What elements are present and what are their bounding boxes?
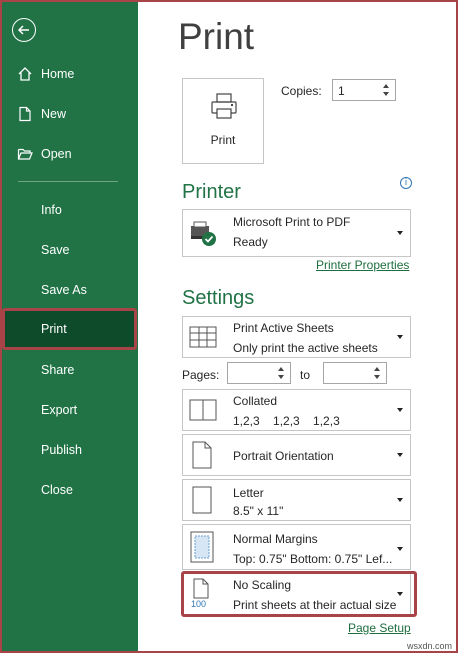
pages-from-stepper[interactable] xyxy=(227,362,291,384)
sidebar-item-new[interactable]: New xyxy=(0,95,138,133)
print-button-label: Print xyxy=(210,133,236,147)
printer-heading: Printer xyxy=(182,181,241,203)
pages-to-spin-buttons[interactable] xyxy=(370,363,384,383)
pages-to-label: to xyxy=(300,368,311,382)
chevron-down-icon xyxy=(397,408,403,412)
sidebar-item-label: Home xyxy=(41,67,75,81)
print-what-description: Only print the active sheets xyxy=(233,341,378,355)
orientation-label: Portrait Orientation xyxy=(233,449,334,463)
margins-description: Top: 0.75" Bottom: 0.75" Lef... xyxy=(233,552,393,566)
print-pane: Print Print Copies: 1 Printer i Microsof… xyxy=(138,0,458,653)
chevron-down-icon xyxy=(397,547,403,551)
info-icon[interactable]: i xyxy=(400,177,412,189)
sidebar-item-save[interactable]: Save xyxy=(0,231,138,269)
sidebar-item-label: Save As xyxy=(41,283,87,297)
sidebar-item-label: Share xyxy=(41,363,75,377)
sidebar-item-info[interactable]: Info xyxy=(0,191,138,229)
copies-value: 1 xyxy=(338,84,345,98)
sidebar-item-label: Close xyxy=(41,483,73,497)
sidebar-item-label: Open xyxy=(41,147,72,161)
copies-stepper[interactable]: 1 xyxy=(332,79,396,101)
print-what-dropdown[interactable]: Print Active Sheets Only print the activ… xyxy=(182,316,411,358)
printer-name: Microsoft Print to PDF xyxy=(233,215,351,229)
sheets-grid-icon xyxy=(189,325,217,354)
copies-spin-buttons[interactable] xyxy=(379,80,393,100)
print-button[interactable]: Print xyxy=(182,78,264,164)
new-document-icon xyxy=(17,106,33,122)
print-highlight-annotation xyxy=(2,308,137,350)
watermark: wsxdn.com xyxy=(406,641,452,651)
scaling-highlight-annotation xyxy=(181,571,417,617)
paper-size-label: Letter xyxy=(233,486,264,500)
orientation-dropdown[interactable]: Portrait Orientation xyxy=(182,434,411,476)
sidebar-item-share[interactable]: Share xyxy=(0,351,138,389)
paper-size-description: 8.5" x 11" xyxy=(233,504,284,518)
sidebar-item-save-as[interactable]: Save As xyxy=(0,271,138,309)
page-setup-link[interactable]: Page Setup xyxy=(348,621,411,635)
collation-label: Collated xyxy=(233,394,278,408)
page-title: Print xyxy=(178,16,255,57)
sidebar-item-home[interactable]: Home xyxy=(0,55,138,93)
sidebar-item-label: Save xyxy=(41,243,70,257)
margins-dropdown[interactable]: Normal Margins Top: 0.75" Bottom: 0.75" … xyxy=(182,524,411,570)
printer-icon xyxy=(211,93,237,119)
sidebar-divider xyxy=(18,181,118,182)
sidebar-item-publish[interactable]: Publish xyxy=(0,431,138,469)
chevron-down-icon xyxy=(397,231,403,235)
margins-icon xyxy=(190,531,214,568)
chevron-down-icon xyxy=(397,453,403,457)
print-what-label: Print Active Sheets xyxy=(233,321,334,335)
printer-dropdown[interactable]: Microsoft Print to PDF Ready xyxy=(182,209,411,257)
paper-size-dropdown[interactable]: Letter 8.5" x 11" xyxy=(182,479,411,521)
back-arrow-icon[interactable] xyxy=(12,18,36,42)
printer-status-icon xyxy=(189,220,219,253)
portrait-page-icon xyxy=(192,441,212,474)
collation-description: 1,2,3 1,2,3 1,2,3 xyxy=(233,414,340,428)
sidebar-item-label: New xyxy=(41,107,67,121)
home-icon xyxy=(17,66,33,82)
paper-size-icon xyxy=(192,486,212,519)
sidebar-item-label: Publish xyxy=(41,443,82,457)
sidebar-item-open[interactable]: Open xyxy=(0,135,138,173)
printer-properties-link[interactable]: Printer Properties xyxy=(316,258,409,272)
copies-label: Copies: xyxy=(281,84,322,98)
printer-status: Ready xyxy=(233,235,268,249)
sidebar-item-label: Export xyxy=(41,403,78,417)
settings-heading: Settings xyxy=(182,287,255,309)
margins-label: Normal Margins xyxy=(233,532,318,546)
collation-dropdown[interactable]: Collated 1,2,3 1,2,3 1,2,3 xyxy=(182,389,411,431)
pages-from-spin-buttons[interactable] xyxy=(274,363,288,383)
open-folder-icon xyxy=(17,146,33,162)
pages-label: Pages: xyxy=(182,368,220,382)
sidebar-item-close[interactable]: Close xyxy=(0,471,138,509)
collated-pages-icon xyxy=(189,399,217,426)
sidebar-item-export[interactable]: Export xyxy=(0,391,138,429)
chevron-down-icon xyxy=(397,335,403,339)
chevron-down-icon xyxy=(397,498,403,502)
sidebar-item-label: Info xyxy=(41,203,62,217)
pages-to-stepper[interactable] xyxy=(323,362,387,384)
